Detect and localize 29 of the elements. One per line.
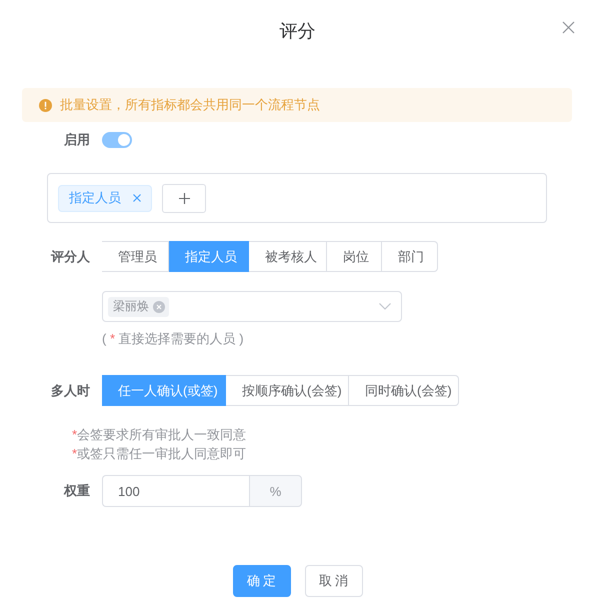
- close-icon: [133, 194, 141, 202]
- percent-suffix: %: [249, 475, 302, 507]
- note-text: *或签只需任一审批人同意即可: [72, 445, 248, 463]
- warning-icon: [39, 98, 52, 112]
- plus-icon: [178, 192, 190, 204]
- tag-label: 指定人员: [69, 189, 121, 207]
- segment-option[interactable]: 同时确认(会签): [349, 375, 459, 406]
- field-label: 评分人: [50, 248, 90, 266]
- close-icon: [562, 21, 575, 34]
- chevron-down-icon: [379, 303, 391, 310]
- tag-label: 梁丽焕: [113, 298, 149, 315]
- field-label: 权重: [62, 482, 90, 500]
- hint-text: ( * 直接选择需要的人员 ): [102, 330, 245, 348]
- note-text: *会签要求所有审批人一致同意: [72, 426, 248, 444]
- segment-option[interactable]: 岗位: [327, 241, 382, 272]
- toggle-switch[interactable]: [102, 132, 132, 148]
- dialog-title: 评分: [280, 20, 316, 43]
- segment-option[interactable]: 按顺序确认(会签): [226, 375, 349, 406]
- field-label: 多人时: [50, 382, 90, 400]
- segment-option[interactable]: 被考核人: [249, 241, 327, 272]
- add-button[interactable]: [162, 184, 206, 212]
- cancel-button[interactable]: 取消: [304, 565, 362, 597]
- segment-option[interactable]: 部门: [382, 241, 438, 272]
- segment-option[interactable]: 管理员: [102, 241, 169, 272]
- weight-input[interactable]: 100: [102, 475, 249, 507]
- alert-text: 批量设置，所有指标都会共用同一个流程节点: [60, 96, 320, 114]
- field-label: 启用: [63, 131, 90, 149]
- close-button[interactable]: [562, 21, 575, 34]
- remove-icon: [153, 300, 165, 312]
